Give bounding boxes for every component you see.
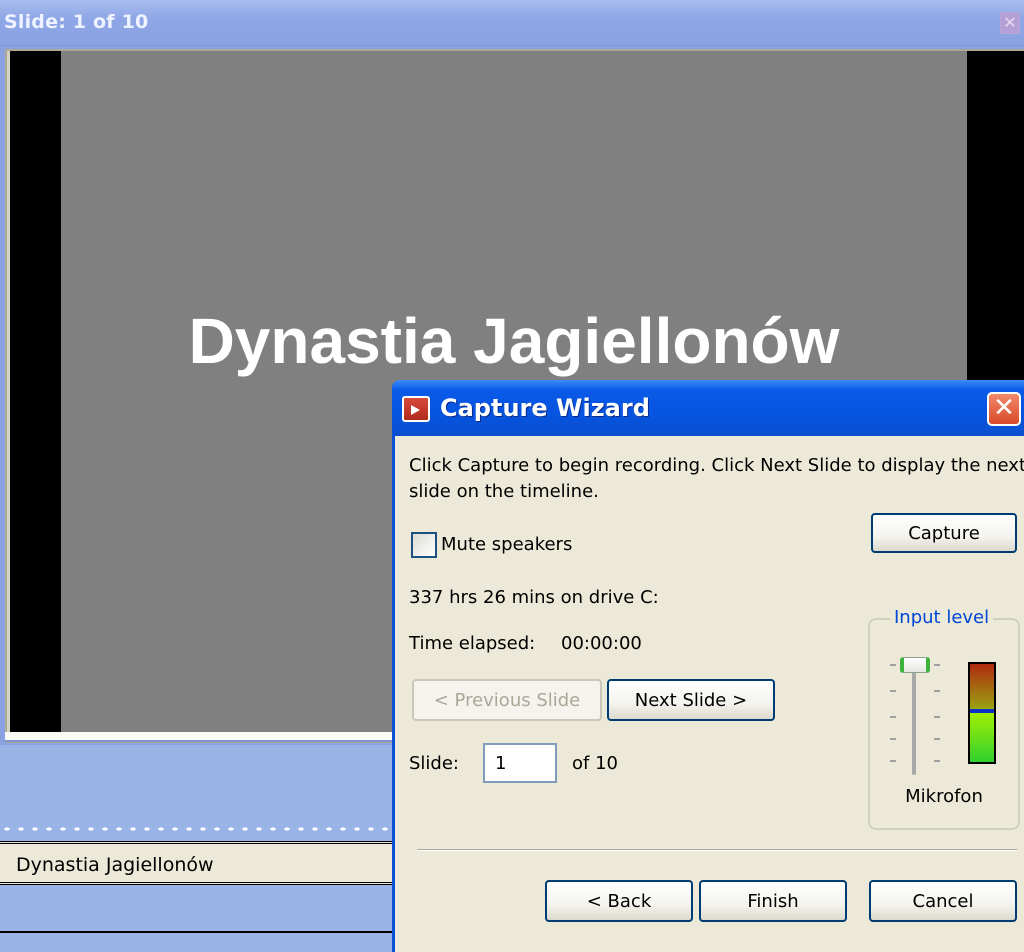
time-elapsed-label: Time elapsed: (409, 633, 536, 654)
capture-wizard-icon (402, 396, 430, 422)
time-elapsed-value: 00:00:00 (561, 633, 642, 654)
dialog-title: Capture Wizard (440, 394, 650, 422)
input-level-group: Input level Mikrofon (868, 607, 1020, 830)
capture-button[interactable]: Capture (871, 513, 1017, 553)
mute-speakers-checkbox[interactable] (411, 532, 437, 558)
slider-tick (890, 760, 896, 762)
window-titlebar: Slide: 1 of 10 ✕ (0, 0, 1024, 46)
slider-tick (890, 738, 896, 740)
timeline-track[interactable]: Dynastia Jagiellonów (0, 841, 400, 885)
slider-tick (934, 738, 940, 740)
timeline-ruler (0, 825, 400, 833)
mute-speakers-label[interactable]: Mute speakers (441, 534, 572, 555)
instructions-text: Click Capture to begin recording. Click … (409, 455, 1024, 502)
slider-tick (890, 716, 896, 718)
close-icon[interactable]: ✕ (1000, 12, 1020, 34)
capture-wizard-dialog: Capture Wizard ✕ Click Capture to begin … (392, 380, 1024, 952)
cancel-button[interactable]: Cancel (869, 880, 1017, 922)
input-level-slider-thumb[interactable] (900, 657, 930, 673)
slider-tick (890, 664, 896, 666)
disk-space-text: 337 hrs 26 mins on drive C: (409, 587, 659, 608)
dialog-separator (417, 849, 1017, 851)
slider-tick (890, 690, 896, 692)
slider-tick (934, 690, 940, 692)
slide-number-label: Slide: (409, 753, 459, 774)
close-icon: ✕ (993, 393, 1015, 423)
timeline-track-label: Dynastia Jagiellonów (16, 854, 214, 876)
finish-button[interactable]: Finish (699, 880, 847, 922)
input-source-label: Mikrofon (905, 786, 983, 807)
next-slide-button[interactable]: Next Slide > (607, 679, 775, 721)
previous-slide-button[interactable]: < Previous Slide (412, 679, 602, 721)
back-button[interactable]: < Back (545, 880, 693, 922)
dialog-titlebar[interactable]: Capture Wizard ✕ (392, 380, 1024, 436)
slide-title: Dynastia Jagiellonów (188, 305, 840, 377)
input-level-meter (968, 662, 996, 764)
slider-tick (934, 716, 940, 718)
input-level-title: Input level (890, 607, 994, 628)
timeline-divider (0, 931, 400, 933)
slide-number-input[interactable] (483, 743, 557, 783)
slider-tick (934, 760, 940, 762)
window-title: Slide: 1 of 10 (4, 11, 149, 33)
slide-total-text: of 10 (572, 753, 618, 774)
input-level-slider-track[interactable] (912, 665, 916, 775)
close-button[interactable]: ✕ (987, 392, 1021, 426)
slider-tick (934, 664, 940, 666)
level-meter-marker (970, 709, 994, 714)
